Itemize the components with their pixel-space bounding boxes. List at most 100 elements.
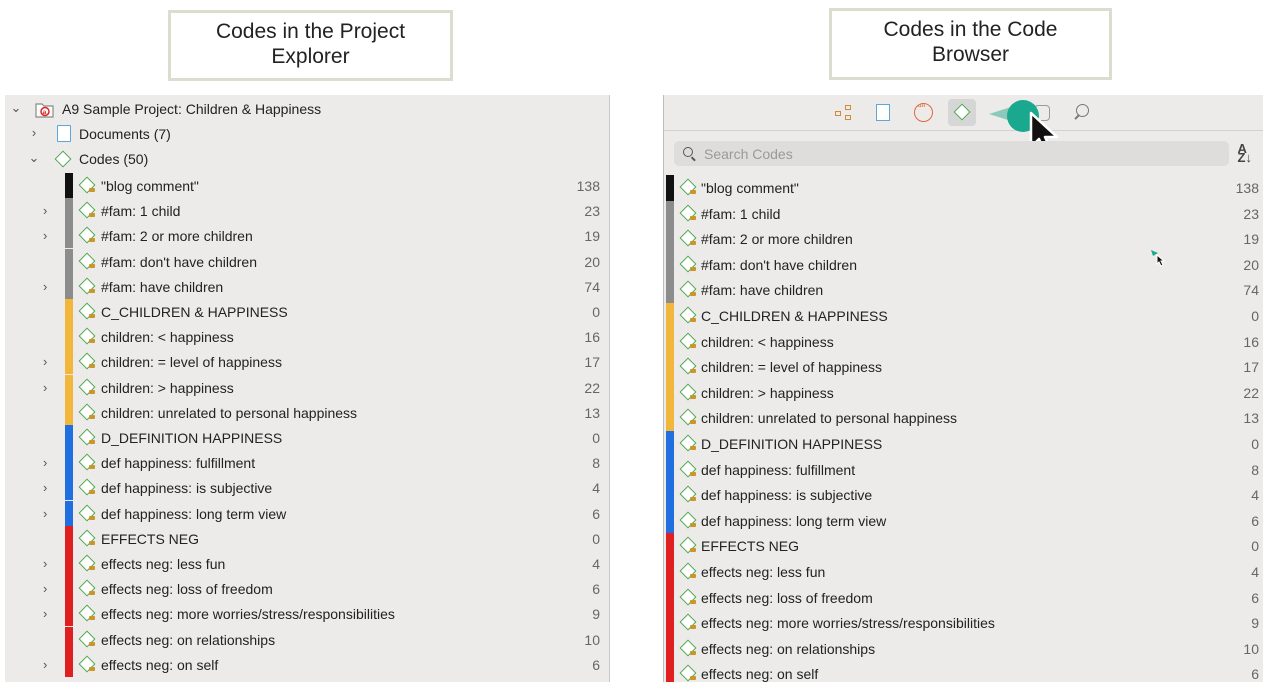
code-row[interactable]: › #fam: have children 74 xyxy=(5,273,609,299)
code-row[interactable]: › children: = level of happiness 17 xyxy=(5,349,609,375)
code-row[interactable]: children: < happiness 16 xyxy=(5,324,609,350)
code-label: def happiness: long term view xyxy=(701,512,887,529)
code-row[interactable]: "blog comment" 138 xyxy=(5,173,609,198)
code-color-bar xyxy=(666,635,674,662)
code-icon xyxy=(78,604,96,622)
document-icon[interactable] xyxy=(876,104,890,121)
code-row[interactable]: C_CHILDREN & HAPPINESS 0 xyxy=(664,303,1263,329)
memo-icon[interactable] xyxy=(989,103,1011,123)
code-row[interactable]: D_DEFINITION HAPPINESS 0 xyxy=(5,425,609,450)
code-label: children: < happiness xyxy=(101,329,234,346)
code-row[interactable]: effects neg: on relationships 10 xyxy=(664,635,1263,662)
code-row[interactable]: def happiness: fulfillment 8 xyxy=(664,456,1263,483)
code-color-bar xyxy=(666,661,674,682)
code-count: 23 xyxy=(584,203,600,220)
code-row[interactable]: "blog comment" 138 xyxy=(664,175,1263,201)
code-count: 4 xyxy=(592,556,600,572)
code-row[interactable]: effects neg: on relationships 10 xyxy=(5,626,609,652)
code-row[interactable]: › children: > happiness 22 xyxy=(5,374,609,400)
code-label: children: unrelated to personal happines… xyxy=(701,410,958,427)
search-codes-input[interactable] xyxy=(704,144,1204,163)
chevron-right-icon[interactable]: › xyxy=(43,581,47,596)
code-row[interactable]: D_DEFINITION HAPPINESS 0 xyxy=(664,431,1263,457)
code-row[interactable]: #fam: don't have children 20 xyxy=(664,251,1263,278)
code-row[interactable]: › #fam: 1 child 23 xyxy=(5,198,609,224)
code-label: D_DEFINITION HAPPINESS xyxy=(701,436,883,452)
code-row[interactable]: #fam: don't have children 20 xyxy=(5,248,609,274)
code-row[interactable]: C_CHILDREN & HAPPINESS 0 xyxy=(5,299,609,324)
code-row[interactable]: effects neg: less fun 4 xyxy=(664,559,1263,585)
code-label: "blog comment" xyxy=(701,180,799,196)
chevron-right-icon[interactable]: › xyxy=(43,203,47,218)
chevron-right-icon[interactable]: › xyxy=(43,455,47,470)
code-row[interactable]: def happiness: long term view 6 xyxy=(664,507,1263,534)
code-label: children: > happiness xyxy=(701,384,834,401)
code-color-bar xyxy=(666,226,674,253)
caption-line: Explorer xyxy=(271,45,350,68)
code-row[interactable]: #fam: 2 or more children 19 xyxy=(664,226,1263,253)
chevron-right-icon[interactable]: › xyxy=(43,380,47,395)
quotation-icon[interactable] xyxy=(914,103,933,122)
chevron-right-icon[interactable]: › xyxy=(27,125,41,140)
code-icon xyxy=(679,460,697,478)
chevron-right-icon[interactable]: › xyxy=(43,556,47,571)
code-row[interactable]: › effects neg: more worries/stress/respon… xyxy=(5,601,609,627)
network-graph-icon[interactable] xyxy=(834,103,854,123)
code-icon xyxy=(78,428,96,446)
code-row[interactable]: #fam: 1 child 23 xyxy=(664,200,1263,227)
chevron-right-icon[interactable]: › xyxy=(43,354,47,369)
code-row[interactable]: › effects neg: less fun 4 xyxy=(5,551,609,576)
code-label: effects neg: less fun xyxy=(701,564,826,580)
code-count: 4 xyxy=(1251,487,1259,504)
search-icon[interactable] xyxy=(1072,103,1092,123)
chevron-right-icon[interactable]: › xyxy=(43,279,47,294)
code-row[interactable]: › #fam: 2 or more children 19 xyxy=(5,223,609,249)
code-row[interactable]: › def happiness: long term view 6 xyxy=(5,500,609,526)
code-icon[interactable] xyxy=(948,99,976,126)
code-row[interactable]: › effects neg: loss of freedom 6 xyxy=(5,576,609,602)
code-row[interactable]: EFFECTS NEG 0 xyxy=(5,525,609,551)
code-browser-toolbar xyxy=(664,95,1263,155)
codes-node[interactable]: ⌄ Codes (50) xyxy=(5,147,609,172)
code-row[interactable]: #fam: have children 74 xyxy=(664,277,1263,304)
code-label: children: = level of happiness xyxy=(101,354,282,371)
code-row[interactable]: children: = level of happiness 17 xyxy=(664,354,1263,381)
code-label: effects neg: less fun xyxy=(101,556,226,572)
chevron-right-icon[interactable]: › xyxy=(43,228,47,243)
code-color-bar xyxy=(65,248,73,274)
chevron-right-icon[interactable]: › xyxy=(43,506,47,521)
code-color-bar xyxy=(65,223,73,249)
code-count: 6 xyxy=(592,505,600,522)
chevron-down-icon[interactable]: ⌄ xyxy=(27,150,41,166)
code-label: def happiness: is subjective xyxy=(101,480,273,497)
code-browser-panel: AZ↓ "blog comment"138#fam: 1 child23#fam… xyxy=(663,95,1263,682)
sort-az-icon[interactable]: A Z↓ xyxy=(1238,142,1252,164)
code-label: children: = level of happiness xyxy=(701,359,882,376)
code-row[interactable]: effects neg: more worries/stress/respons… xyxy=(664,610,1263,637)
code-row[interactable]: effects neg: loss of freedom 6 xyxy=(664,584,1263,611)
code-row[interactable]: def happiness: is subjective 4 xyxy=(664,482,1263,509)
code-count: 4 xyxy=(592,480,600,497)
chevron-right-icon[interactable]: › xyxy=(43,606,47,621)
code-row[interactable]: › def happiness: is subjective 4 xyxy=(5,475,609,501)
code-icon xyxy=(78,378,96,396)
code-label: effects neg: on self xyxy=(701,666,819,682)
code-label: def happiness: fulfillment xyxy=(101,455,256,472)
chevron-down-icon[interactable]: ⌄ xyxy=(9,100,23,116)
documents-node[interactable]: › Documents (7) xyxy=(5,122,609,147)
chevron-right-icon[interactable]: › xyxy=(43,657,47,672)
project-root-row[interactable]: ⌄ a A9 Sample Project: Children & Happin… xyxy=(5,97,609,122)
code-row[interactable]: EFFECTS NEG 0 xyxy=(664,533,1263,560)
chevron-right-icon[interactable]: › xyxy=(43,480,47,495)
search-codes-bar[interactable] xyxy=(674,141,1229,166)
code-row[interactable]: › effects neg: on self 6 xyxy=(5,651,609,677)
codes-label: Codes (50) xyxy=(79,151,149,167)
code-color-bar xyxy=(65,173,73,198)
code-row[interactable]: children: unrelated to personal happines… xyxy=(5,399,609,425)
code-row[interactable]: children: < happiness 16 xyxy=(664,328,1263,355)
code-label: #fam: 1 child xyxy=(101,203,181,220)
code-row[interactable]: children: > happiness 22 xyxy=(664,379,1263,406)
code-row[interactable]: effects neg: on self 6 xyxy=(664,661,1263,682)
code-row[interactable]: › def happiness: fulfillment 8 xyxy=(5,450,609,476)
code-row[interactable]: children: unrelated to personal happines… xyxy=(664,405,1263,432)
